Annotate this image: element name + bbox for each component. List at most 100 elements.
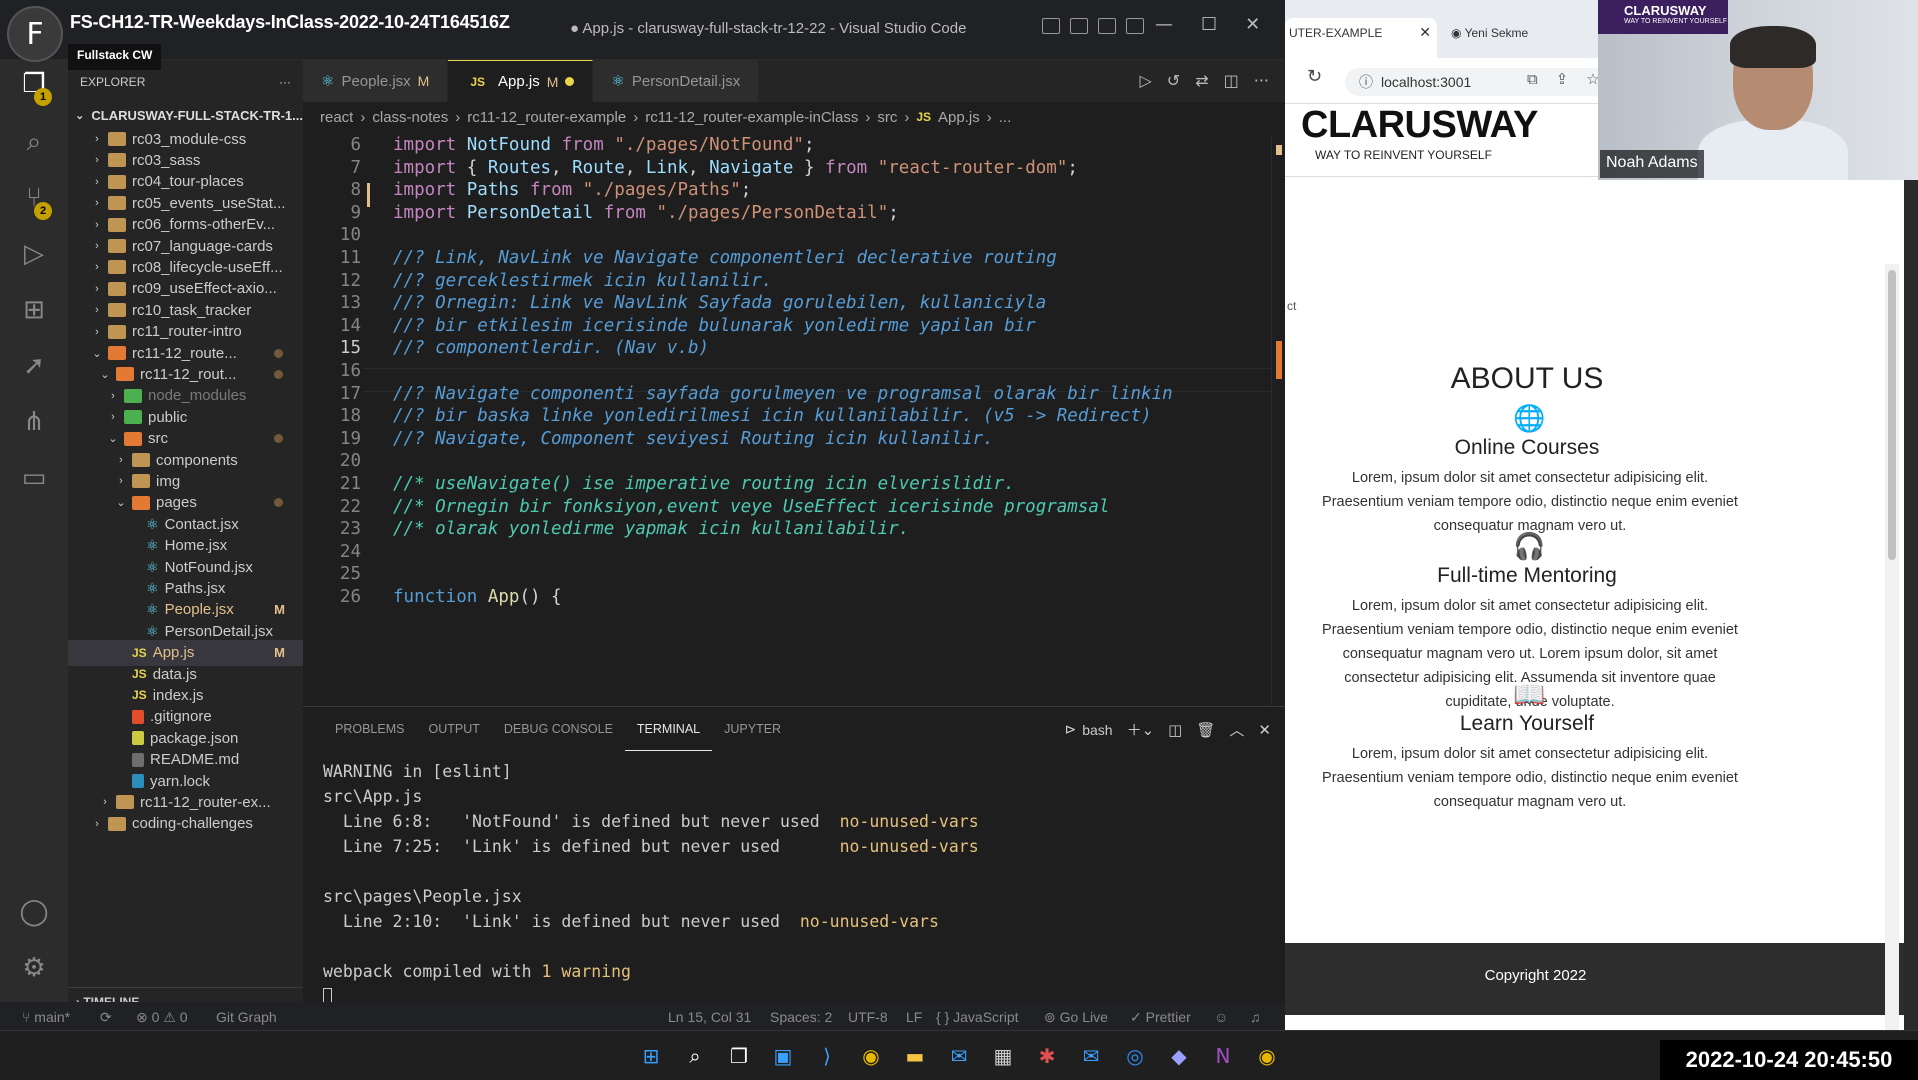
panel-tab-output[interactable]: OUTPUT: [416, 707, 491, 751]
code-view[interactable]: 6 import NotFound from "./pages/NotFound"…: [303, 135, 1285, 710]
maximize-panel-icon[interactable]: ︿: [1229, 719, 1244, 740]
scrollbar-thumb[interactable]: [1888, 270, 1896, 560]
explorer-icon[interactable]: ❐ 1: [18, 68, 52, 106]
terminal-icon: ⊳: [1064, 721, 1077, 737]
md-file-icon: [132, 752, 144, 767]
eol-status[interactable]: LF: [906, 1009, 922, 1025]
maximize-icon[interactable]: ☐: [1201, 14, 1217, 35]
cursor-position[interactable]: Ln 15, Col 31: [668, 1009, 751, 1025]
toggle-panel-icon[interactable]: [1070, 18, 1088, 34]
account-icon[interactable]: ◯: [18, 896, 50, 928]
onenote-icon[interactable]: N: [1210, 1043, 1236, 1069]
breadcrumb-item[interactable]: ...: [999, 109, 1012, 126]
panel-tab-problems[interactable]: PROBLEMS: [323, 707, 416, 751]
feedback-icon[interactable]: ☺: [1214, 1009, 1228, 1025]
editor-scrollbar[interactable]: [1271, 135, 1285, 710]
editor-area: ⚛ People.jsx M JS App.js M ⚛ PersonDetail.jsx…: [303, 60, 1285, 710]
site-logo-subtitle: WAY TO REINVENT YOURSELF: [1315, 148, 1492, 162]
browser-tab-new[interactable]: ◉ Yeni Sekme: [1451, 26, 1528, 40]
branch-status[interactable]: ⑂ main*: [22, 1009, 70, 1025]
customize-layout-icon[interactable]: [1126, 18, 1144, 34]
minimize-icon[interactable]: —: [1155, 14, 1173, 35]
teams-icon[interactable]: ▣: [770, 1043, 796, 1069]
slack-icon[interactable]: ✱: [1034, 1043, 1060, 1069]
run-debug-icon[interactable]: ▷: [18, 238, 50, 270]
problems-status[interactable]: ⊗ 0 ⚠ 0: [136, 1009, 188, 1026]
panel-tab-jupyter[interactable]: JUPYTER: [712, 707, 793, 751]
workspace-root[interactable]: ⌄ CLARUSWAY-FULL-STACK-TR-1...: [68, 104, 303, 126]
chrome-icon[interactable]: ◉: [858, 1043, 884, 1069]
site-logo[interactable]: CLARUSWAY: [1301, 104, 1538, 147]
history-icon[interactable]: ↺: [1167, 71, 1180, 90]
gear-icon[interactable]: ⚙: [18, 952, 50, 984]
panel-tab-terminal[interactable]: TERMINAL: [624, 707, 713, 751]
live-share-icon[interactable]: ➚: [18, 350, 50, 382]
breadcrumb-item[interactable]: rc11-12_router-example-inClass: [645, 109, 858, 126]
reload-icon[interactable]: ↻: [1307, 66, 1322, 87]
close-icon[interactable]: ✕: [1245, 14, 1260, 35]
browser-tab-active[interactable]: UTER-EXAMPLE ✕: [1285, 18, 1437, 58]
notebook-icon[interactable]: ▭: [18, 462, 50, 494]
breadcrumb-item[interactable]: src: [877, 109, 897, 126]
git-icon[interactable]: ◆: [1166, 1043, 1192, 1069]
compare-icon[interactable]: ⇄: [1195, 71, 1208, 90]
new-terminal-icon[interactable]: ＋⌄: [1127, 719, 1155, 740]
go-live-button[interactable]: ⊚ Go Live: [1044, 1009, 1108, 1026]
zoom-icon[interactable]: ◎: [1122, 1043, 1148, 1069]
close-tab-icon[interactable]: ✕: [1419, 24, 1431, 41]
prettier-status[interactable]: ✓ Prettier: [1130, 1009, 1191, 1026]
tree-item-label: Paths.jsx: [164, 579, 226, 597]
extensions-icon[interactable]: ⊞: [18, 294, 50, 326]
tab-person-detail[interactable]: ⚛ PersonDetail.jsx: [593, 60, 760, 102]
outlook-icon[interactable]: ✉: [1078, 1043, 1104, 1069]
share-icon[interactable]: ⇪: [1556, 70, 1569, 88]
sync-icon[interactable]: ⟳: [100, 1009, 112, 1026]
language-status[interactable]: { } JavaScript: [936, 1009, 1019, 1025]
breadcrumb-item[interactable]: rc11-12_router-example: [467, 109, 626, 126]
clipped-nav-text[interactable]: ct: [1287, 299, 1296, 313]
breadcrumb-item[interactable]: App.js: [938, 109, 980, 126]
explorer-more-icon[interactable]: ···: [279, 75, 291, 89]
page-scrollbar[interactable]: [1885, 264, 1899, 1035]
scroll-marker: [1276, 145, 1282, 155]
indentation-status[interactable]: Spaces: 2: [770, 1009, 832, 1025]
close-panel-icon[interactable]: ✕: [1258, 721, 1271, 739]
windows-start-icon[interactable]: ⊞: [638, 1043, 664, 1069]
split-terminal-icon[interactable]: ◫: [1168, 721, 1182, 739]
source-control-icon[interactable]: ⑂ 2: [18, 182, 52, 220]
js-icon: JS: [132, 645, 147, 660]
line-number: 9: [350, 202, 361, 223]
more-actions-icon[interactable]: ···: [1254, 71, 1269, 90]
terminal-output[interactable]: WARNING in [eslint] src\App.js Line 6:8: …: [303, 751, 1285, 1017]
panel-tab-debug-console[interactable]: DEBUG CONSOLE: [492, 707, 625, 751]
search-icon[interactable]: ⌕: [682, 1043, 708, 1069]
tab-label: PersonDetail.jsx: [631, 72, 741, 90]
encoding-status[interactable]: UTF-8: [848, 1009, 888, 1025]
trash-icon[interactable]: 🗑: [1196, 721, 1215, 739]
run-icon[interactable]: ▷: [1139, 71, 1151, 90]
breadcrumb-item[interactable]: react: [320, 109, 353, 126]
toggle-sidebar-icon[interactable]: [1042, 18, 1060, 34]
toggle-secondary-sidebar-icon[interactable]: [1098, 18, 1116, 34]
tab-app[interactable]: JS App.js M: [448, 60, 594, 102]
split-editor-icon[interactable]: ◫: [1224, 71, 1239, 90]
mail-icon[interactable]: ✉: [946, 1043, 972, 1069]
git-graph-icon[interactable]: ⋔: [18, 406, 50, 438]
tab-people[interactable]: ⚛ People.jsx M: [303, 60, 449, 102]
unsaved-dot-icon[interactable]: [565, 77, 575, 86]
file-explorer-icon[interactable]: ▬: [902, 1043, 928, 1069]
bell-icon[interactable]: ♫: [1250, 1009, 1261, 1025]
store-icon[interactable]: ▦: [990, 1043, 1016, 1069]
folder-item[interactable]: › coding-challenges: [68, 811, 303, 837]
terminal-selector[interactable]: ⊳ bash: [1065, 721, 1113, 738]
git-graph-status[interactable]: Git Graph: [216, 1009, 277, 1025]
info-icon[interactable]: ⓘ: [1359, 74, 1373, 90]
search-icon[interactable]: ⌕: [18, 126, 50, 158]
modified-dot-icon: [274, 434, 283, 444]
browser-tab-label: Yeni Sekme: [1464, 26, 1529, 40]
chrome-profile-icon[interactable]: ◉: [1254, 1043, 1280, 1069]
vscode-icon[interactable]: ⟩: [814, 1043, 840, 1069]
task-view-icon[interactable]: ❐: [726, 1043, 752, 1069]
breadcrumb-item[interactable]: class-notes: [372, 109, 448, 126]
translate-icon[interactable]: ⧉: [1527, 70, 1538, 88]
